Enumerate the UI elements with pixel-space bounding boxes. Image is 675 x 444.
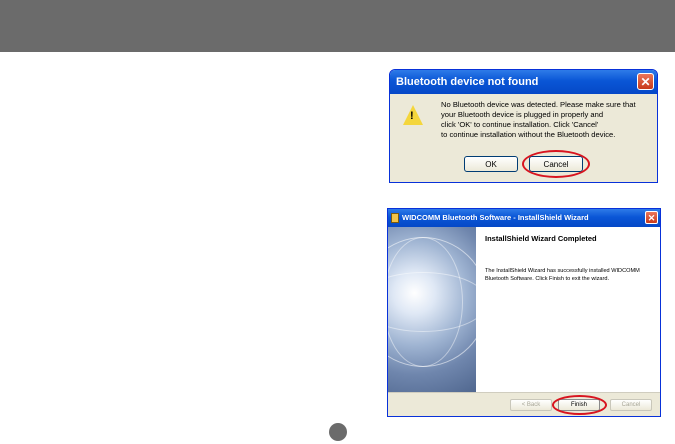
message-line: your Bluetooth device is plugged in prop… — [441, 110, 604, 119]
dialog-title-bar: Bluetooth device not found ✕ — [390, 70, 657, 94]
highlight-ring — [522, 150, 590, 178]
dialog-title: Bluetooth device not found — [396, 76, 539, 88]
wizard-body: InstallShield Wizard Completed The Insta… — [388, 227, 660, 392]
ok-button[interactable]: OK — [464, 156, 518, 172]
wizard-close-button[interactable]: ✕ — [645, 211, 658, 224]
message-line: to continue installation without the Blu… — [441, 130, 616, 139]
wizard-button-bar: < Back Finish Cancel — [388, 392, 660, 416]
header-bar — [0, 0, 675, 52]
wizard-title: WIDCOMM Bluetooth Software - InstallShie… — [402, 213, 589, 222]
close-icon: ✕ — [640, 75, 651, 89]
installshield-wizard-dialog: WIDCOMM Bluetooth Software - InstallShie… — [387, 208, 661, 417]
close-button[interactable]: ✕ — [637, 73, 654, 90]
wizard-title-bar: WIDCOMM Bluetooth Software - InstallShie… — [388, 209, 660, 227]
message-line: Bluetooth Software. Click Finish to exit… — [485, 276, 610, 282]
wizard-message: The InstallShield Wizard has successfull… — [485, 267, 653, 283]
globe-banner-image — [388, 227, 476, 392]
dialog-message: No Bluetooth device was detected. Please… — [441, 100, 653, 140]
highlight-ring — [552, 395, 607, 415]
page-indicator-dot — [329, 423, 347, 441]
wizard-heading: InstallShield Wizard Completed — [485, 234, 597, 243]
warning-exclamation-icon: ! — [410, 110, 414, 122]
message-line: The InstallShield Wizard has successfull… — [485, 268, 640, 274]
bluetooth-not-found-dialog: Bluetooth device not found ✕ ! No Blueto… — [389, 69, 658, 183]
message-line: click 'OK' to continue installation. Cli… — [441, 120, 599, 129]
globe-equator — [388, 272, 476, 332]
message-line: No Bluetooth device was detected. Please… — [441, 100, 636, 109]
wizard-cancel-button[interactable]: Cancel — [610, 399, 652, 411]
back-button[interactable]: < Back — [510, 399, 552, 411]
close-icon: ✕ — [647, 213, 656, 223]
installer-app-icon — [391, 213, 399, 223]
